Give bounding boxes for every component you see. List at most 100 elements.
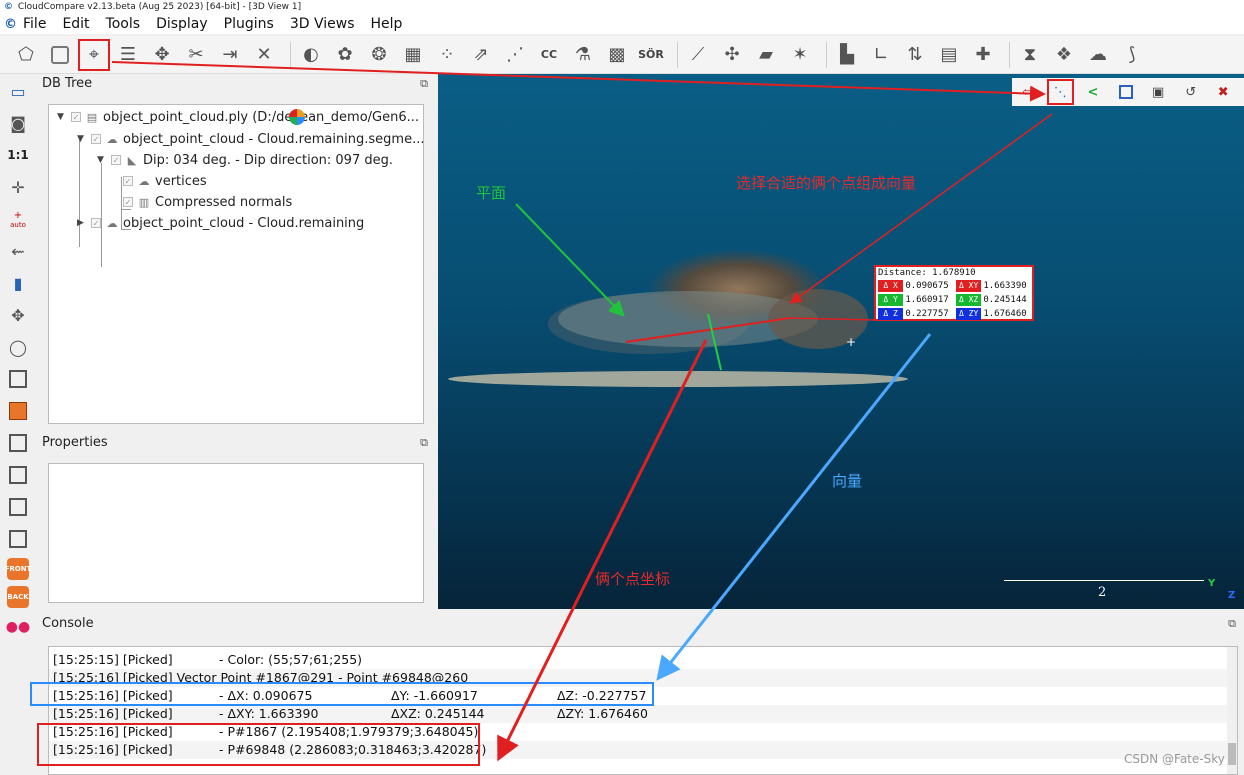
grid-icon[interactable]: ▩ bbox=[603, 41, 631, 69]
noise-icon[interactable]: ❂ bbox=[365, 41, 393, 69]
app-logo-icon: © bbox=[4, 16, 17, 32]
subsample-icon[interactable]: ▦ bbox=[399, 41, 427, 69]
translate-view-icon[interactable]: ✥ bbox=[4, 302, 32, 328]
app-logo-icon: © bbox=[4, 2, 13, 12]
delta-y-label: Δ Y bbox=[878, 294, 904, 306]
cc-icon[interactable]: CC bbox=[535, 41, 563, 69]
expand-arrow-icon[interactable]: ▼ bbox=[57, 112, 69, 122]
measure-row: Δ Y 1.660917 Δ XZ 0.245144 bbox=[876, 293, 1032, 307]
stereo-icon[interactable]: ●● bbox=[4, 614, 32, 640]
delta-xz-value: 0.245144 bbox=[983, 295, 1027, 305]
menu-edit[interactable]: Edit bbox=[62, 16, 89, 32]
db-tree-body[interactable]: ▼ ✓ ▤ object_point_cloud.ply (D:/de lean… bbox=[48, 104, 425, 424]
plane-icon[interactable]: ▰ bbox=[752, 41, 780, 69]
view-right-icon[interactable] bbox=[4, 494, 32, 520]
distance-label[interactable]: Distance: 1.678910 Δ X 0.090675 Δ XY 1.6… bbox=[874, 265, 1034, 321]
zoom-1to1-button[interactable]: 1:1 bbox=[4, 142, 32, 168]
delta-zy-label: Δ ZY bbox=[956, 308, 982, 320]
zoom-icon[interactable]: ◯ bbox=[4, 334, 32, 360]
front-view-button[interactable]: FRONT bbox=[5, 558, 31, 580]
annotation-vector: 向量 bbox=[832, 472, 863, 490]
toolbar-separator bbox=[290, 41, 291, 68]
console-title: Console ⧉ bbox=[38, 614, 1244, 634]
menu-3d-views[interactable]: 3D Views bbox=[290, 16, 355, 32]
visibility-checkbox[interactable]: ✓ bbox=[71, 112, 81, 122]
cloud-icon: ☁ bbox=[106, 132, 118, 146]
camera-icon[interactable]: ◙ bbox=[4, 110, 32, 136]
console-scrollbar[interactable] bbox=[1227, 647, 1237, 774]
tree-item-root[interactable]: ▼ ✓ ▤ object_point_cloud.ply (D:/de lean… bbox=[57, 107, 419, 127]
distance-icon[interactable]: ⚗ bbox=[569, 41, 597, 69]
view-top-icon[interactable] bbox=[4, 366, 32, 392]
transform-icon[interactable]: ✣ bbox=[718, 41, 746, 69]
fit-line-icon[interactable]: ⟋ bbox=[684, 41, 712, 69]
perspective-icon[interactable]: ▮ bbox=[4, 270, 32, 296]
visibility-checkbox[interactable]: ✓ bbox=[123, 197, 133, 207]
kd-tree-icon[interactable]: ❖ bbox=[1050, 41, 1078, 69]
caraffe-icon[interactable]: ⧗ bbox=[1016, 41, 1044, 69]
view-bottom-icon[interactable] bbox=[4, 526, 32, 552]
tree-item-vertices[interactable]: ✓ ☁ vertices bbox=[121, 171, 207, 191]
menu-file[interactable]: File bbox=[23, 16, 46, 32]
toolbar-separator bbox=[1009, 41, 1010, 68]
normals-icon[interactable]: ⇗ bbox=[467, 41, 495, 69]
save-icon[interactable] bbox=[46, 41, 74, 69]
visibility-checkbox[interactable]: ✓ bbox=[111, 155, 121, 165]
view-left-icon[interactable] bbox=[4, 430, 32, 456]
pivot-icon[interactable]: ✛ bbox=[4, 174, 32, 200]
menu-display[interactable]: Display bbox=[156, 16, 208, 32]
normals-icon: ▥ bbox=[138, 195, 150, 209]
view-back-icon[interactable] bbox=[4, 462, 32, 488]
3d-view[interactable]: ⇦ ⋱ < ▣ ↺ ✖ + Distance: 1.678910 Δ X 0.0… bbox=[438, 74, 1244, 609]
menu-tools[interactable]: Tools bbox=[106, 16, 141, 32]
plugin-more-icon[interactable]: ⟆ bbox=[1118, 41, 1146, 69]
expand-arrow-icon[interactable]: ▼ bbox=[97, 155, 109, 165]
visibility-checkbox[interactable]: ✓ bbox=[123, 176, 133, 186]
visibility-checkbox[interactable]: ✓ bbox=[91, 134, 101, 144]
table-icon[interactable]: ▤ bbox=[935, 41, 963, 69]
tree-item-plane[interactable]: ▼ ✓ ◣ Dip: 034 deg. - Dip direction: 097… bbox=[97, 150, 393, 170]
float-panel-icon[interactable]: ⧉ bbox=[420, 433, 428, 453]
display-icon[interactable]: ▭ bbox=[4, 78, 32, 104]
points-icon[interactable]: ⋰ bbox=[501, 41, 529, 69]
export-icon[interactable]: ⇥ bbox=[216, 41, 244, 69]
back-view-button[interactable]: BACK bbox=[7, 586, 29, 608]
list-icon[interactable]: ☰ bbox=[114, 41, 142, 69]
point-picking-icon[interactable]: ⌖ bbox=[78, 38, 110, 71]
float-panel-icon[interactable]: ⧉ bbox=[1228, 614, 1236, 634]
delete-icon[interactable]: ✕ bbox=[250, 41, 278, 69]
view-toolbar: ▭ ◙ 1:1 ✛ + auto ⇜ ▮ ✥ ◯ FRONT BACK ●● bbox=[0, 78, 36, 775]
scatter-icon[interactable]: ⁘ bbox=[433, 41, 461, 69]
add-icon[interactable]: ✚ bbox=[969, 41, 997, 69]
float-panel-icon[interactable]: ⧉ bbox=[420, 74, 428, 94]
expand-arrow-icon[interactable]: ▼ bbox=[77, 134, 89, 144]
tree-item-cloud-remaining[interactable]: ▶ ✓ ☁ object_point_cloud - Cloud.remaini… bbox=[77, 213, 364, 233]
properties-body[interactable] bbox=[48, 463, 424, 603]
tree-item-normals[interactable]: ✓ ▥ Compressed normals bbox=[121, 192, 292, 212]
clean-icon[interactable]: ✿ bbox=[331, 41, 359, 69]
collapse-arrow-icon[interactable]: ▶ bbox=[77, 218, 89, 228]
vertices-icon: ☁ bbox=[138, 174, 150, 188]
cross-section-icon[interactable]: ✶ bbox=[786, 41, 814, 69]
minmax-icon[interactable]: ⇅ bbox=[901, 41, 929, 69]
histogram-icon[interactable]: ▙ bbox=[833, 41, 861, 69]
sor-filter-icon[interactable]: SÖR bbox=[637, 41, 665, 69]
rotate-icon[interactable]: ⇜ bbox=[4, 238, 32, 264]
view-front-cube-icon[interactable] bbox=[4, 398, 32, 424]
visibility-checkbox[interactable]: ✓ bbox=[91, 218, 101, 228]
segment-icon[interactable]: ✂ bbox=[182, 41, 210, 69]
menu-plugins[interactable]: Plugins bbox=[224, 16, 274, 32]
cloudcompare-window: © CloudCompare v2.13.beta (Aug 25 2023) … bbox=[0, 0, 1244, 775]
plugin-icon[interactable]: ☁ bbox=[1084, 41, 1112, 69]
translate-icon[interactable]: ✥ bbox=[148, 41, 176, 69]
scrollbar-thumb[interactable] bbox=[1228, 743, 1236, 765]
sample-icon[interactable]: ◐ bbox=[297, 41, 325, 69]
open-icon[interactable]: ⬠ bbox=[12, 41, 40, 69]
menu-bar: © File Edit Tools Display Plugins 3D Vie… bbox=[0, 14, 1244, 34]
menu-help[interactable]: Help bbox=[370, 16, 402, 32]
chart-icon[interactable]: ∟ bbox=[867, 41, 895, 69]
tree-item-cloud-segment[interactable]: ▼ ✓ ☁ object_point_cloud - Cloud.remaini… bbox=[77, 129, 425, 149]
pivot-auto-icon[interactable]: + auto bbox=[4, 206, 32, 232]
svg-text:+: + bbox=[846, 335, 856, 349]
delta-z-label: Δ Z bbox=[878, 308, 904, 320]
